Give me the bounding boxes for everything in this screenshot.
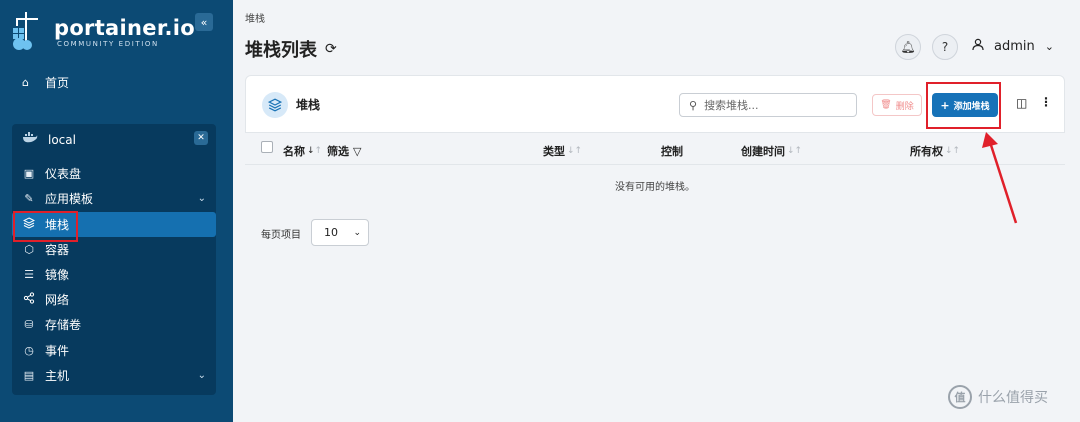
watermark-text: 什么值得买 bbox=[978, 390, 1048, 406]
double-chevron-left-icon: « bbox=[200, 15, 208, 29]
watermark-badge: 值 bbox=[948, 385, 972, 409]
column-control: 控制 bbox=[661, 143, 683, 159]
sort-icon: ↓↑ bbox=[945, 146, 961, 156]
help-button[interactable]: ? bbox=[932, 34, 958, 60]
dashboard-icon: ▣ bbox=[23, 167, 35, 180]
page-title-text: 堆栈列表 bbox=[245, 40, 317, 61]
sort-icon: ↓↑ bbox=[787, 146, 803, 156]
home-icon: ⌂ bbox=[22, 76, 29, 89]
sidebar-item-label: 首页 bbox=[45, 76, 70, 90]
environment-panel: local ✕ ▣ 仪表盘 ✎ 应用模板 ⌄ 堆栈 ⬡ 容器 ☰ 镜像 网络 ⛁… bbox=[12, 124, 216, 395]
sidebar-item-label: 仪表盘 bbox=[45, 167, 82, 181]
empty-table-message: 没有可用的堆栈。 bbox=[615, 182, 695, 193]
logo-subtitle: COMMUNITY EDITION bbox=[57, 40, 159, 48]
delete-button-label: 删除 bbox=[895, 101, 914, 112]
sidebar-item-label: 事件 bbox=[45, 344, 70, 358]
chevron-down-icon: ⌄ bbox=[1044, 40, 1054, 53]
environment-header[interactable]: local bbox=[22, 132, 76, 147]
filter-icon: ▽ bbox=[353, 144, 362, 158]
help-icon: ? bbox=[941, 40, 949, 54]
environment-close-button[interactable]: ✕ bbox=[194, 131, 208, 145]
column-name[interactable]: 名称 ↓ ↑ bbox=[283, 143, 322, 159]
column-name-label: 名称 bbox=[283, 145, 305, 158]
filter-label: 筛选 bbox=[327, 145, 349, 158]
sidebar-item-label: 网络 bbox=[45, 293, 70, 307]
highlight-box-stacks bbox=[13, 211, 78, 242]
breadcrumb[interactable]: 堆栈 bbox=[245, 10, 265, 25]
sidebar-item-label: 镜像 bbox=[45, 268, 70, 282]
share-icon bbox=[22, 292, 36, 307]
sort-down-icon: ↓ bbox=[307, 146, 315, 156]
database-icon: ⛁ bbox=[24, 318, 34, 331]
cube-icon: ⬡ bbox=[24, 243, 34, 256]
environment-name: local bbox=[48, 132, 76, 147]
sort-up-icon: ↑ bbox=[314, 146, 323, 156]
sidebar-collapse-button[interactable]: « bbox=[195, 13, 213, 31]
sidebar-item-images[interactable]: ☰ 镜像 bbox=[12, 262, 216, 287]
column-created[interactable]: 创建时间 ↓↑ bbox=[741, 143, 802, 159]
column-type-label: 类型 bbox=[543, 145, 565, 158]
items-per-page-value: 10 bbox=[324, 226, 338, 239]
chevron-down-icon: ⌄ bbox=[197, 193, 206, 204]
clock-icon: ◷ bbox=[24, 344, 34, 357]
items-per-page-label: 每页项目 bbox=[261, 230, 301, 241]
columns-icon[interactable]: ◫ bbox=[1016, 96, 1027, 110]
filter-button[interactable]: 筛选 ▽ bbox=[327, 143, 361, 159]
sidebar-item-label: 存储卷 bbox=[45, 318, 82, 332]
annotation-arrow-line bbox=[988, 141, 1018, 224]
trash-icon: 🗑︎ bbox=[880, 100, 892, 110]
column-control-label: 控制 bbox=[661, 145, 683, 158]
sidebar-item-host[interactable]: ▤ 主机 ⌄ bbox=[12, 363, 216, 388]
search-box[interactable]: ⚲ bbox=[679, 93, 857, 117]
layers-icon bbox=[262, 92, 288, 118]
page-title: 堆栈列表 ⟳ bbox=[245, 36, 337, 62]
column-ownership-label: 所有权 bbox=[910, 145, 943, 158]
server-icon: ▤ bbox=[23, 369, 35, 382]
sidebar-item-networks[interactable]: 网络 bbox=[12, 287, 216, 312]
username: admin bbox=[994, 39, 1035, 54]
annotation-arrow-head bbox=[982, 132, 998, 148]
highlight-box-add-stack bbox=[926, 82, 1001, 129]
sidebar-item-label: 容器 bbox=[45, 243, 70, 257]
delete-button[interactable]: 🗑︎ 删除 bbox=[872, 94, 922, 116]
chevron-down-icon: ⌄ bbox=[353, 227, 361, 238]
sidebar-item-events[interactable]: ◷ 事件 bbox=[12, 338, 216, 363]
search-input[interactable] bbox=[704, 98, 845, 112]
sidebar-item-label: 主机 bbox=[45, 369, 70, 383]
sidebar-item-label: 应用模板 bbox=[45, 192, 94, 206]
logo-text: portainer.io bbox=[54, 16, 195, 40]
sidebar-item-volumes[interactable]: ⛁ 存储卷 bbox=[12, 312, 216, 337]
annotation-arrow bbox=[982, 132, 1018, 224]
column-type[interactable]: 类型 ↓↑ bbox=[543, 143, 582, 159]
watermark: 值 什么值得买 bbox=[948, 385, 1048, 409]
items-per-page-select[interactable]: 10 ⌄ bbox=[311, 219, 369, 246]
close-icon: ✕ bbox=[197, 133, 205, 143]
notifications-button[interactable]: 🔔︎ bbox=[895, 34, 921, 60]
edit-icon: ✎ bbox=[24, 192, 34, 205]
more-vertical-icon[interactable]: ⋮ bbox=[1040, 95, 1052, 109]
user-icon bbox=[972, 38, 984, 55]
search-icon: ⚲ bbox=[689, 98, 698, 112]
table-header: 名称 ↓ ↑ 筛选 ▽ 类型 ↓↑ 控制 创建时间 ↓↑ 所有权 ↓↑ bbox=[245, 133, 1065, 165]
docker-icon bbox=[22, 132, 38, 147]
select-all-checkbox[interactable] bbox=[261, 141, 273, 153]
column-created-label: 创建时间 bbox=[741, 145, 785, 158]
portainer-logo-icon bbox=[13, 12, 38, 50]
sidebar-item-dashboard[interactable]: ▣ 仪表盘 bbox=[12, 161, 216, 186]
refresh-icon[interactable]: ⟳ bbox=[325, 41, 337, 57]
portainer-logo[interactable]: portainer.io COMMUNITY EDITION bbox=[10, 10, 195, 56]
user-menu[interactable]: admin ⌄ bbox=[972, 38, 1054, 55]
sort-icon: ↓↑ bbox=[567, 146, 583, 156]
sidebar-item-app-templates[interactable]: ✎ 应用模板 ⌄ bbox=[12, 186, 216, 211]
list-icon: ☰ bbox=[24, 268, 34, 281]
card-title: 堆栈 bbox=[296, 98, 321, 112]
bell-icon: 🔔︎ bbox=[900, 40, 916, 54]
chevron-down-icon: ⌄ bbox=[197, 370, 206, 381]
sidebar-item-home[interactable]: ⌂ 首页 bbox=[22, 74, 69, 91]
column-ownership[interactable]: 所有权 ↓↑ bbox=[910, 143, 960, 159]
